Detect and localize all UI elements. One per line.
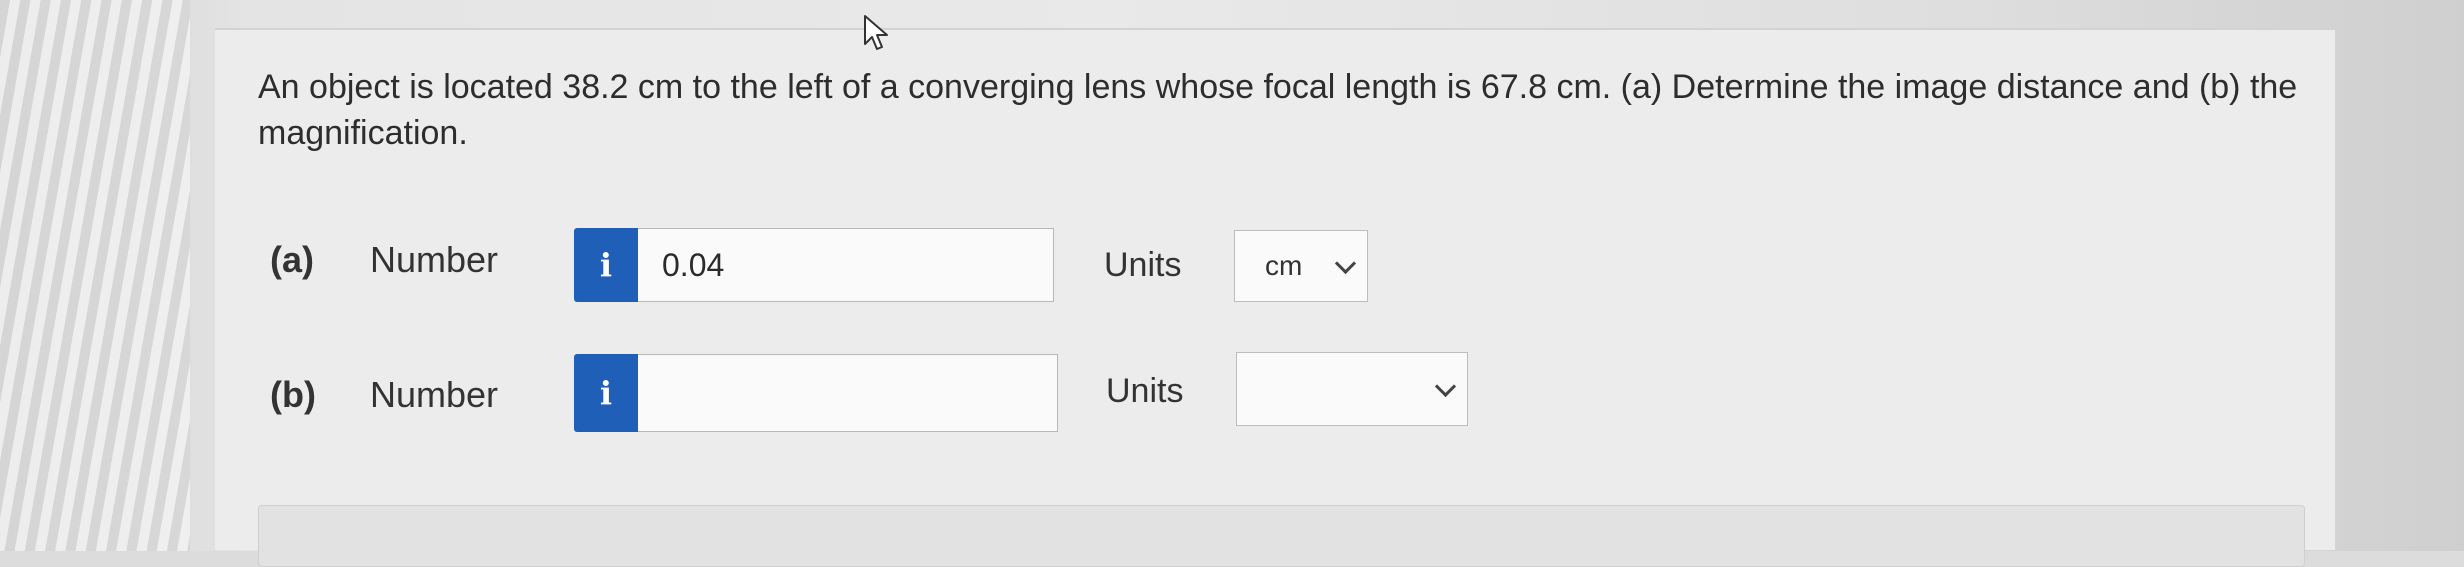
part-b-number-label: Number	[370, 374, 499, 415]
mouse-pointer-icon	[864, 15, 888, 50]
question-text: An object is located 38.2 cm to the left…	[258, 68, 2298, 152]
left-margin	[0, 0, 190, 551]
part-a-label: (a)	[270, 239, 314, 280]
chevron-down-icon	[1434, 375, 1457, 398]
info-icon: i	[599, 374, 613, 412]
part-b-units-select[interactable]	[1236, 352, 1468, 426]
part-b-number-input[interactable]	[638, 354, 1058, 432]
part-a-units-label: Units	[1104, 246, 1182, 284]
part-a-units-select[interactable]: cm	[1234, 230, 1368, 302]
part-a-number-input[interactable]: 0.04	[638, 228, 1054, 302]
part-a-info-button[interactable]: i	[574, 228, 638, 302]
chevron-down-icon	[1334, 252, 1357, 275]
screen-background: An object is located 38.2 cm to the left…	[0, 0, 2464, 567]
next-section-panel	[258, 505, 2305, 567]
part-a-number-value: 0.04	[662, 246, 725, 283]
info-icon: i	[599, 246, 613, 284]
part-a-units-value: cm	[1265, 250, 1303, 281]
part-b-label: (b)	[270, 374, 316, 415]
part-b-units-label: Units	[1106, 372, 1184, 410]
part-a-number-label: Number	[370, 239, 499, 280]
part-b-info-button[interactable]: i	[574, 354, 638, 432]
